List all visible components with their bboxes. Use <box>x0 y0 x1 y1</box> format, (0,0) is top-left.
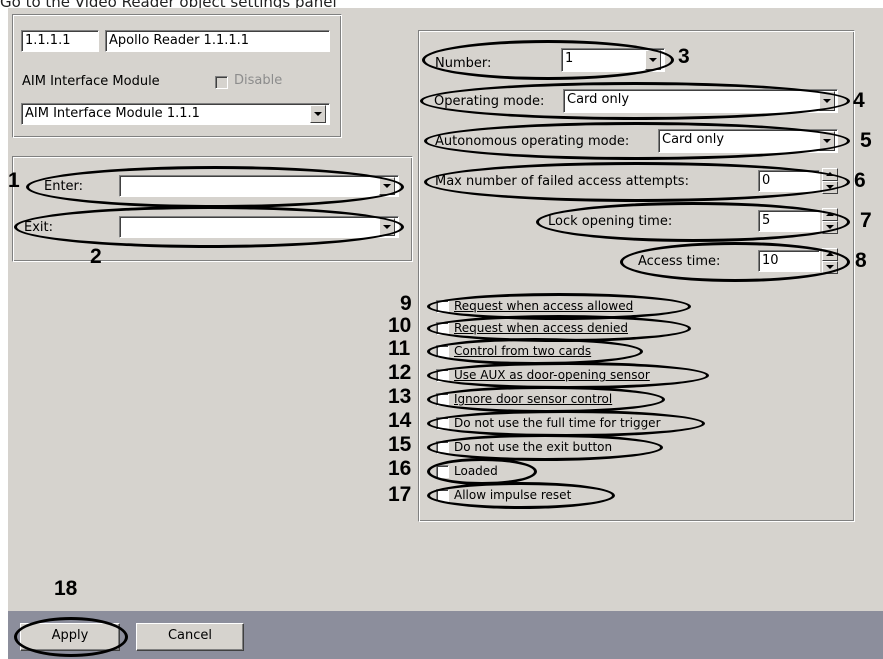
checkbox-request-denied[interactable] <box>436 322 449 335</box>
chevron-down-icon[interactable] <box>645 50 661 70</box>
callout-number: 4 <box>853 89 865 112</box>
callout-number: 13 <box>388 385 412 408</box>
parent-module-select[interactable]: AIM Interface Module 1.1.1 <box>21 103 330 125</box>
apply-button[interactable]: Apply <box>20 623 120 651</box>
callout-number: 16 <box>388 457 412 480</box>
chevron-down-icon[interactable] <box>819 131 835 151</box>
checkbox-full-time-trigger[interactable] <box>436 417 449 430</box>
chevron-down-icon[interactable] <box>310 105 326 123</box>
checkbox-label: Do not use the full time for trigger <box>454 416 661 430</box>
callout-number: 9 <box>400 292 412 315</box>
callout-number: 2 <box>90 245 102 268</box>
callout-number: 11 <box>388 337 411 360</box>
checkbox-label: Control from two cards <box>454 344 592 358</box>
operating-mode-label: Operating mode: <box>434 94 545 109</box>
max-failed-attempts-label: Max number of failed access attempts: <box>435 174 689 189</box>
spin-down-icon[interactable] <box>822 221 838 234</box>
spin-up-icon[interactable] <box>822 248 838 261</box>
checkbox-loaded[interactable] <box>436 465 449 478</box>
callout-number: 1 <box>8 169 20 192</box>
callout-number: 15 <box>388 433 412 456</box>
exit-label: Exit: <box>24 220 53 235</box>
access-time-field[interactable]: 10 <box>758 250 820 272</box>
doors-group <box>12 156 413 262</box>
max-failed-attempts-field[interactable]: 0 <box>758 170 820 192</box>
checkbox-exit-button[interactable] <box>436 441 449 454</box>
checkbox-label: Request when access denied <box>454 321 628 335</box>
callout-number: 14 <box>388 409 412 432</box>
max-failed-attempts-spinner[interactable] <box>822 168 838 194</box>
checkbox-two-cards[interactable] <box>436 345 449 358</box>
parent-module-label: AIM Interface Module <box>22 74 160 89</box>
access-time-label: Access time: <box>638 254 721 269</box>
autonomous-mode-label: Autonomous operating mode: <box>435 134 630 149</box>
lock-opening-time-field[interactable]: 5 <box>758 210 820 232</box>
chevron-down-icon[interactable] <box>819 91 835 111</box>
lock-opening-time-label: Lock opening time: <box>548 214 673 229</box>
access-time-spinner[interactable] <box>822 248 838 274</box>
checkbox-label: Request when access allowed <box>454 299 634 313</box>
callout-number: 3 <box>678 45 690 68</box>
bottom-action-bar: Apply Cancel <box>8 611 883 659</box>
callout-number: 12 <box>388 361 412 384</box>
chevron-down-icon[interactable] <box>379 218 395 236</box>
spin-down-icon[interactable] <box>822 261 838 274</box>
settings-panel: 1.1.1.1 Apollo Reader 1.1.1.1 AIM Interf… <box>8 8 883 659</box>
callout-number: 5 <box>860 129 872 152</box>
callout-number: 7 <box>860 209 872 232</box>
checkbox-request-allowed[interactable] <box>436 300 449 313</box>
spin-down-icon[interactable] <box>822 181 838 194</box>
callout-number: 10 <box>388 314 412 337</box>
checkbox-label: Allow impulse reset <box>454 488 572 502</box>
operating-mode-select[interactable]: Card only <box>563 89 838 113</box>
callout-number: 18 <box>54 577 78 600</box>
reader-name-field[interactable]: Apollo Reader 1.1.1.1 <box>105 30 330 52</box>
spin-up-icon[interactable] <box>822 208 838 221</box>
exit-select[interactable] <box>119 216 399 238</box>
reader-id-field[interactable]: 1.1.1.1 <box>21 30 99 52</box>
spin-up-icon[interactable] <box>822 168 838 181</box>
enter-label: Enter: <box>44 179 84 194</box>
autonomous-mode-select[interactable]: Card only <box>658 129 838 153</box>
checkbox-ignore-sensor[interactable] <box>436 393 449 406</box>
cancel-button[interactable]: Cancel <box>136 623 244 651</box>
checkbox-label: Do not use the exit button <box>454 440 613 454</box>
checkbox-aux-sensor[interactable] <box>436 369 449 382</box>
checkbox-label: Ignore door sensor control <box>454 392 613 406</box>
disable-label: Disable <box>234 73 283 88</box>
enter-select[interactable] <box>119 175 399 197</box>
callout-number: 8 <box>855 249 867 272</box>
number-label: Number: <box>435 56 492 71</box>
lock-opening-time-spinner[interactable] <box>822 208 838 234</box>
chevron-down-icon[interactable] <box>379 177 395 195</box>
callout-number: 17 <box>388 483 412 506</box>
checkbox-label: Use AUX as door-opening sensor <box>454 368 650 382</box>
disable-checkbox[interactable] <box>215 76 228 89</box>
callout-number: 6 <box>854 169 866 192</box>
checkbox-label: Loaded <box>454 464 498 478</box>
checkbox-impulse-reset[interactable] <box>436 489 449 502</box>
